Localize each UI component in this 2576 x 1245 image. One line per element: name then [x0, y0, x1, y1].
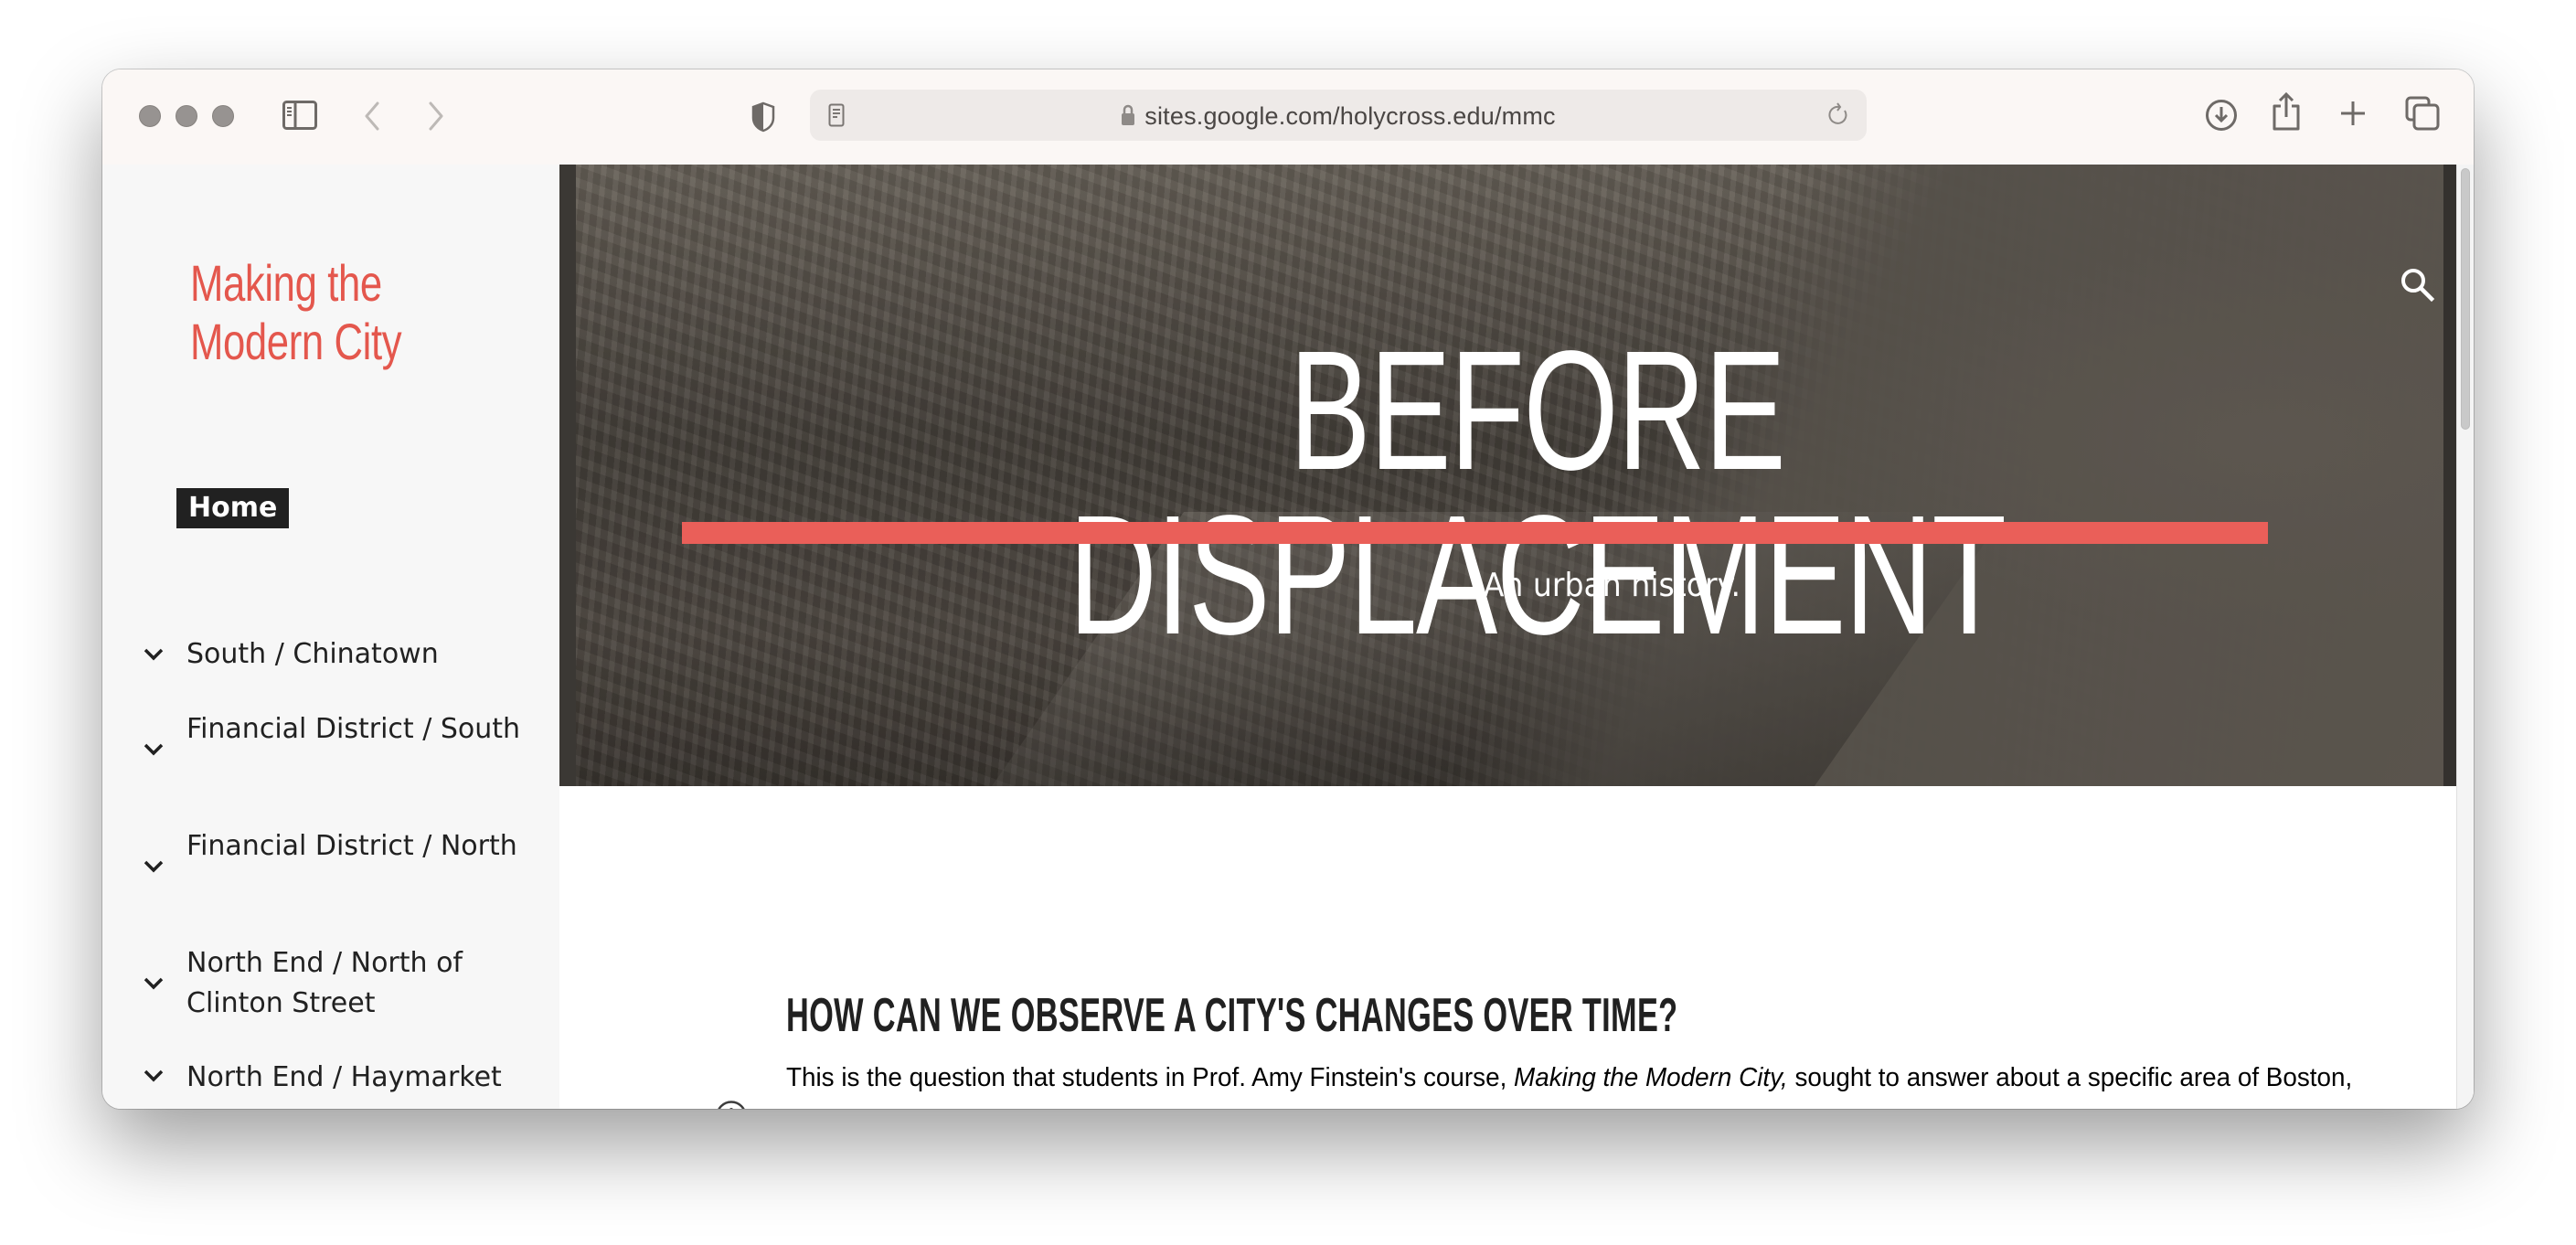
chevron-down-icon[interactable] — [143, 859, 165, 874]
url-text: sites.google.com/holycross.edu/mmc — [1144, 102, 1556, 130]
tab-overview-icon[interactable] — [2404, 95, 2441, 132]
close-button[interactable] — [139, 105, 161, 127]
forward-icon[interactable] — [422, 101, 450, 132]
info-button[interactable] — [715, 1100, 748, 1109]
new-tab-icon[interactable] — [2338, 99, 2368, 128]
section-heading: HOW CAN WE OBSERVE A CITY'S CHANGES OVER… — [786, 989, 1678, 1043]
scrollbar-thumb[interactable] — [2461, 168, 2470, 430]
intro-paragraph: This is the question that students in Pr… — [786, 1063, 2353, 1109]
nav-item-financial-district-south[interactable]: Financial District / South — [102, 709, 559, 790]
nav-item-label: South / Chinatown — [186, 638, 439, 670]
chevron-down-icon[interactable] — [143, 647, 165, 662]
nav-item-north-end-clinton-street[interactable]: North End / North of Clinton Street — [102, 943, 559, 1024]
lock-icon — [1121, 104, 1135, 133]
browser-window: sites.google.com/holycross.edu/mmc Makin… — [102, 69, 2474, 1109]
hero-subtitle: An urban history. — [1483, 567, 1741, 604]
nav-item-home[interactable]: Home — [176, 488, 290, 528]
hero-banner: BEFORE DISPLACEMENT An urban history. — [559, 165, 2457, 786]
hero-title: BEFORE DISPLACEMENT — [1069, 316, 2007, 670]
nav-item-label: North End / Haymarket — [186, 1061, 502, 1093]
chevron-down-icon[interactable] — [143, 1069, 165, 1083]
nav-item-north-end-haymarket[interactable]: North End / Haymarket — [102, 1058, 559, 1098]
zoom-button[interactable] — [212, 105, 234, 127]
nav-item-label: Financial District / North — [186, 830, 517, 862]
main-content: BEFORE DISPLACEMENT An urban history. HO… — [559, 165, 2474, 1109]
browser-toolbar: sites.google.com/holycross.edu/mmc — [102, 69, 2474, 165]
page-scrollbar[interactable] — [2456, 165, 2474, 1109]
info-icon — [718, 1101, 745, 1109]
privacy-shield-icon[interactable] — [750, 101, 777, 133]
url-display[interactable]: sites.google.com/holycross.edu/mmc — [810, 102, 1867, 133]
site-title[interactable]: Making the Modern City — [190, 254, 447, 371]
sidebar-toggle-icon[interactable] — [282, 99, 318, 132]
search-button[interactable] — [2398, 265, 2438, 305]
chevron-down-icon[interactable] — [143, 742, 165, 757]
nav-item-label: Financial District / South — [186, 713, 521, 745]
nav-item-south-chinatown[interactable]: South / Chinatown — [102, 634, 559, 675]
nav-item-financial-district-north[interactable]: Financial District / North — [102, 826, 559, 907]
chevron-down-icon[interactable] — [143, 976, 165, 991]
course-title: Making the Modern City, — [1514, 1063, 1788, 1092]
site-sidebar: Making the Modern City Home South / Chin… — [102, 165, 559, 1109]
download-icon[interactable] — [2203, 97, 2240, 133]
search-icon — [2401, 269, 2435, 303]
address-bar[interactable]: sites.google.com/holycross.edu/mmc — [810, 90, 1867, 141]
back-icon[interactable] — [358, 101, 386, 132]
hero-divider-bar — [682, 522, 2268, 544]
minimize-button[interactable] — [176, 105, 197, 127]
reload-icon[interactable] — [1826, 102, 1852, 128]
nav-item-label: North End / North of Clinton Street — [186, 947, 463, 1019]
share-icon[interactable] — [2270, 90, 2303, 133]
